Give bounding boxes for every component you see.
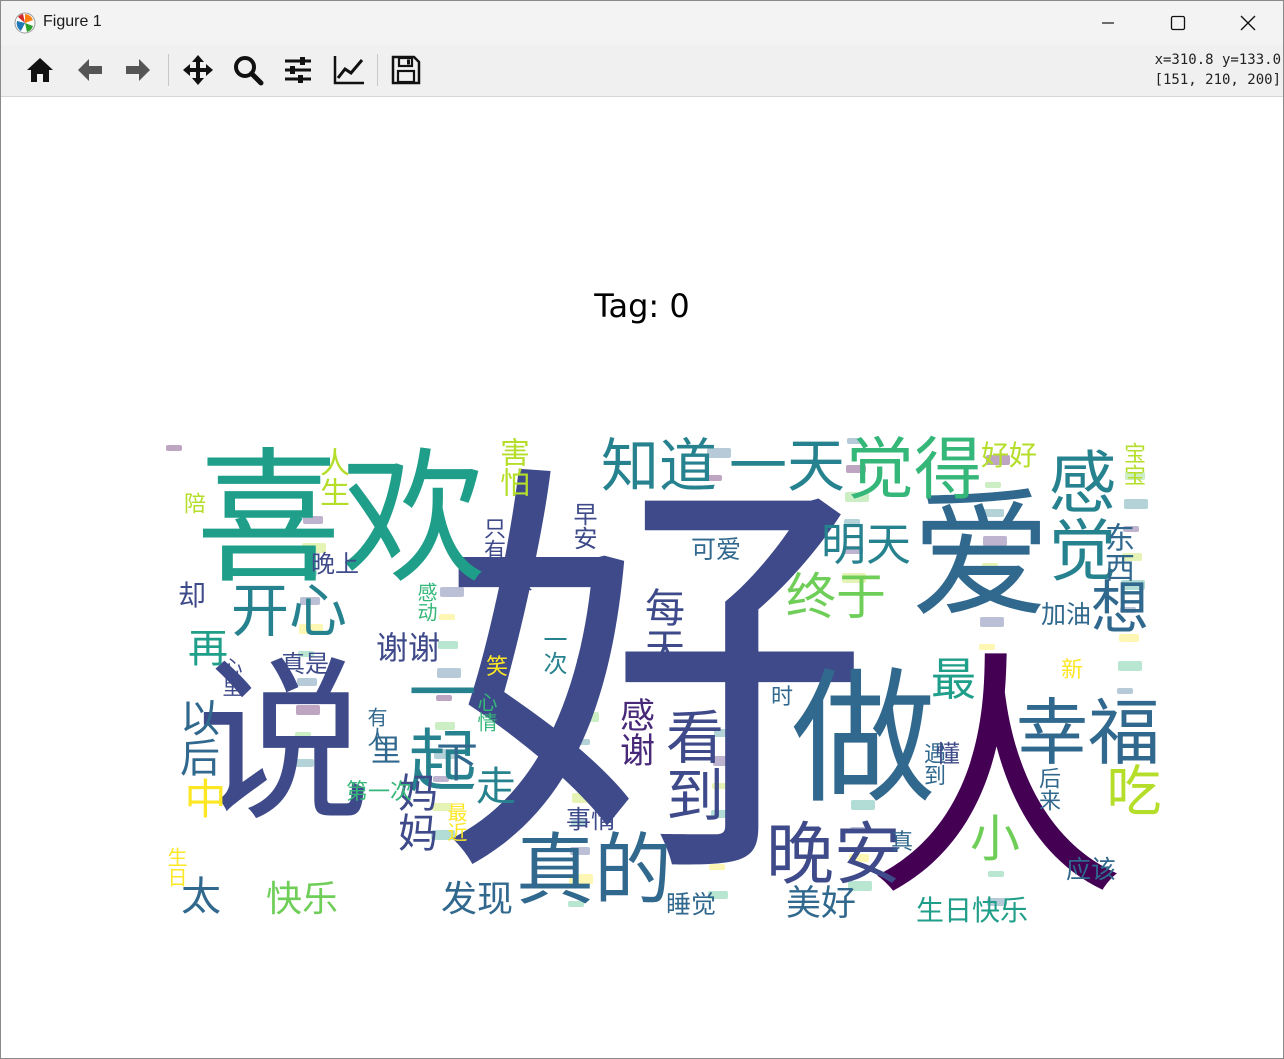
window-title: Figure 1	[43, 13, 102, 30]
cloud-word: 晚上	[311, 550, 359, 578]
cloud-word: 明天	[821, 518, 912, 571]
configure-subplots-icon	[285, 57, 311, 83]
configure-subplots-button[interactable]	[279, 51, 317, 89]
cloud-word: 生日	[164, 847, 188, 887]
forward-button[interactable]	[119, 51, 157, 89]
cloud-word: 最近	[444, 802, 468, 842]
cloud-word: 发现	[441, 879, 514, 920]
cloud-word: 开心	[231, 577, 348, 645]
cloud-word: 吃	[1097, 762, 1161, 817]
cloud-word: 真	[891, 830, 914, 855]
cloud-word: 美好	[786, 884, 857, 924]
cloud-word: 感动	[414, 582, 438, 622]
cloud-word: 真是	[281, 650, 329, 678]
cloud-word: 却	[178, 579, 207, 612]
toolbar-separator	[377, 54, 378, 86]
cloud-word: 后来	[1035, 767, 1060, 811]
cloud-word: 知道	[601, 432, 718, 500]
home-icon	[27, 58, 53, 82]
cloud-word: 人生	[314, 447, 349, 507]
back-arrow-icon	[78, 59, 102, 81]
edit-axis-icon	[333, 56, 364, 85]
close-button[interactable]	[1213, 1, 1283, 45]
cloud-word: 下	[436, 738, 479, 787]
cloud-word: 有人	[364, 707, 388, 747]
navigation-toolbar: x=310.8 y=133.0 [151, 210, 200]	[1, 45, 1283, 97]
cloud-word: 看到	[656, 707, 724, 823]
cloud-word: 害怕	[494, 437, 529, 497]
cloud-word: 懂	[936, 740, 960, 768]
save-button[interactable]	[387, 51, 425, 89]
cloud-word: 终于	[786, 568, 886, 626]
toolbar-separator	[168, 54, 169, 86]
matplotlib-logo-icon	[14, 12, 36, 34]
cloud-word: 谢谢	[376, 629, 441, 667]
cloud-word: 时	[771, 685, 794, 710]
cloud-word: 每天	[638, 587, 684, 667]
zoom-button[interactable]	[229, 51, 267, 89]
zoom-magnifier-icon	[234, 56, 264, 86]
app-window: Figure 1 x=310.8 y=133.0 [151, 210, 200]…	[0, 0, 1284, 1059]
minimize-icon	[1102, 22, 1114, 24]
minimize-button[interactable]	[1073, 1, 1143, 45]
cloud-word: 做	[791, 655, 936, 824]
cloud-word: 觉得	[846, 431, 983, 510]
cloud-word: 晚安	[766, 816, 903, 895]
cloud-word: 一次	[539, 627, 567, 675]
cloud-word: 睡觉	[666, 890, 717, 919]
cloud-word: 陪	[180, 492, 205, 514]
cloud-word: 宝宝	[1120, 442, 1145, 486]
cloud-word: 真的	[516, 826, 673, 916]
cursor-coordinates: x=310.8 y=133.0 [151, 210, 200]	[1155, 50, 1281, 90]
cloud-word: 东西	[1099, 522, 1134, 582]
title-bar: Figure 1	[1, 1, 1283, 45]
home-button[interactable]	[21, 51, 59, 89]
cloud-word: 心里	[219, 657, 243, 697]
forward-arrow-icon	[126, 59, 150, 81]
cloud-word: 笑	[486, 655, 509, 680]
edit-axis-button[interactable]	[329, 51, 367, 89]
cloud-word: 以后	[173, 697, 219, 777]
cloud-word: 只有	[480, 517, 505, 561]
plot-title: Tag: 0	[594, 287, 690, 325]
cloud-filler-mark	[166, 445, 182, 451]
figure-canvas[interactable]: Tag: 0 好爱人做说喜欢 真的 觉得 知道 一天 幸福 感觉 看到 晚安 开心 一起 终于 明天 每天…	[1, 97, 1283, 1058]
coords-xy: x=310.8 y=133.0	[1154, 52, 1281, 68]
cloud-word: 想	[1081, 577, 1149, 635]
cloud-word: 小	[962, 812, 1020, 862]
cloud-word: 走	[476, 764, 516, 810]
pan-move-icon	[183, 55, 213, 85]
word-cloud: 好爱人做说喜欢 真的 觉得 知道 一天 幸福 感觉 看到 晚安 开心 一起 终于 明天 每天想吃小最发现快…	[164, 431, 1161, 927]
cloud-word: 再	[181, 627, 227, 667]
cloud-word: 好好	[981, 439, 1038, 472]
cloud-word: 回来	[509, 552, 533, 592]
cloud-word: 早安	[569, 502, 597, 550]
cloud-word: 加油	[1041, 600, 1092, 629]
cloud-word: 事情	[566, 805, 617, 834]
cloud-word: 生日快乐	[916, 894, 1029, 927]
cloud-word: 幸福	[1016, 691, 1161, 775]
cloud-word: 新	[1061, 658, 1084, 683]
save-floppy-icon	[391, 55, 421, 85]
cloud-word: 最	[931, 653, 977, 706]
coords-rgb: [151, 210, 200]	[1154, 72, 1281, 88]
cloud-word: 感谢	[614, 697, 654, 767]
cloud-word: 心情	[474, 692, 498, 732]
cloud-word: 可爱	[691, 535, 742, 564]
maximize-button[interactable]	[1143, 1, 1213, 45]
cloud-word: 中	[178, 777, 227, 819]
cloud-word: 第一次	[346, 780, 413, 805]
cloud-filler-mark	[1124, 499, 1148, 509]
back-button[interactable]	[71, 51, 109, 89]
close-icon	[1240, 15, 1256, 31]
cloud-word: 应该	[1066, 855, 1117, 884]
cloud-word: 一天	[729, 432, 846, 500]
cloud-word: 快乐	[266, 879, 339, 920]
pan-button[interactable]	[179, 51, 217, 89]
maximize-icon	[1170, 15, 1186, 31]
